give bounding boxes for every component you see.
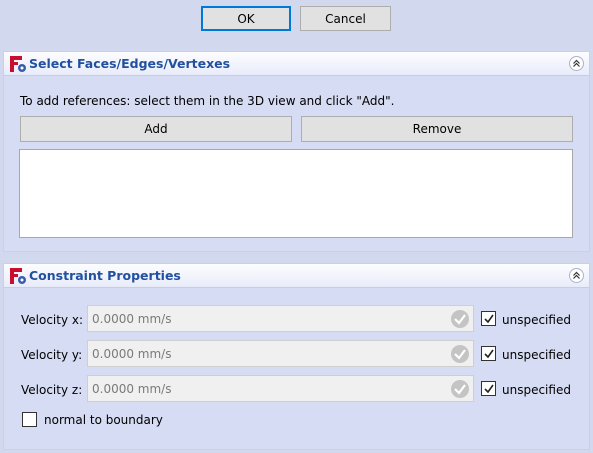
remove-button[interactable]: Remove	[301, 116, 573, 142]
velocity-x-unspecified-label: unspecified	[502, 313, 571, 327]
velocity-y-input[interactable]: 0.0000 mm/s	[87, 340, 474, 367]
constraint-panel-title: Constraint Properties	[29, 268, 181, 283]
velocity-x-value: 0.0000 mm/s	[92, 311, 172, 326]
velocity-z-value: 0.0000 mm/s	[92, 381, 172, 396]
normal-to-boundary-checkbox[interactable]	[22, 412, 37, 427]
velocity-y-value: 0.0000 mm/s	[92, 346, 172, 361]
velocity-y-unspecified-label: unspecified	[502, 348, 571, 362]
velocity-z-unspecified-label: unspecified	[502, 383, 571, 397]
references-list[interactable]	[19, 149, 573, 238]
add-references-hint: To add references: select them in the 3D…	[20, 94, 395, 108]
velocity-x-input[interactable]: 0.0000 mm/s	[87, 305, 474, 332]
collapse-chevron-up-icon[interactable]	[569, 268, 584, 283]
velocity-y-label: Velocity y:	[21, 348, 83, 362]
velocity-z-unspecified-checkbox[interactable]	[481, 381, 496, 396]
checkmark-icon	[483, 349, 494, 358]
constraint-properties-panel: Constraint Properties Velocity x: 0.0000…	[3, 263, 590, 450]
selection-panel: Select Faces/Edges/Vertexes To add refer…	[3, 51, 590, 252]
normal-to-boundary-label: normal to boundary	[44, 413, 163, 427]
selection-panel-header[interactable]: Select Faces/Edges/Vertexes	[4, 52, 589, 76]
velocity-x-label: Velocity x:	[21, 313, 84, 327]
freecad-fem-icon	[10, 56, 26, 72]
velocity-z-input[interactable]: 0.0000 mm/s	[87, 375, 474, 402]
check-valid-icon	[451, 380, 469, 398]
check-valid-icon	[451, 345, 469, 363]
velocity-z-label: Velocity z:	[21, 383, 83, 397]
velocity-y-unspecified-checkbox[interactable]	[481, 346, 496, 361]
collapse-chevron-up-icon[interactable]	[569, 56, 584, 71]
add-button[interactable]: Add	[20, 116, 292, 142]
checkmark-icon	[483, 384, 494, 393]
selection-panel-title: Select Faces/Edges/Vertexes	[29, 56, 231, 71]
cancel-button[interactable]: Cancel	[300, 6, 391, 31]
ok-button[interactable]: OK	[201, 6, 291, 31]
constraint-panel-header[interactable]: Constraint Properties	[4, 264, 589, 288]
check-valid-icon	[451, 310, 469, 328]
checkmark-icon	[483, 314, 494, 323]
dialog-button-bar: OK Cancel	[0, 0, 593, 44]
velocity-x-unspecified-checkbox[interactable]	[481, 311, 496, 326]
freecad-fem-icon	[10, 268, 26, 284]
